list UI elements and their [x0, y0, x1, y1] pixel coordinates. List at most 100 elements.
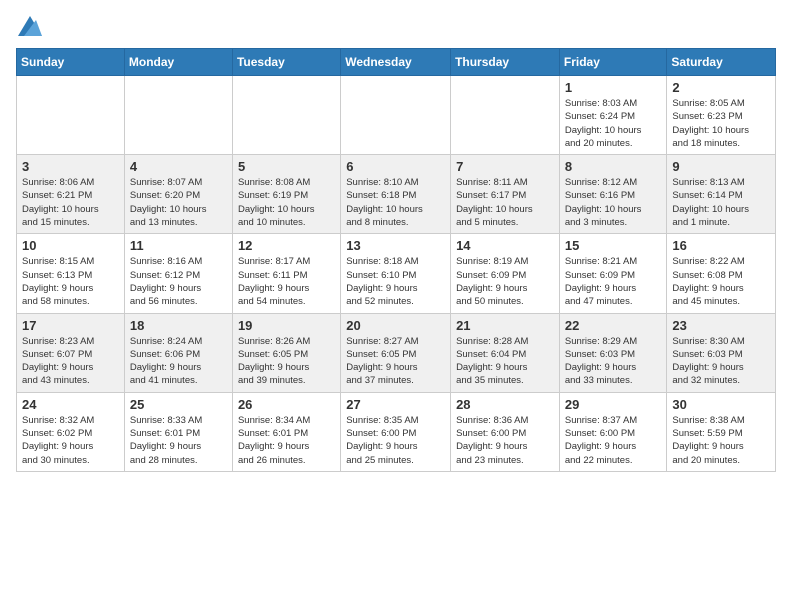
day-info: Sunrise: 8:21 AMSunset: 6:09 PMDaylight:… [565, 255, 662, 308]
calendar-cell: 20 Sunrise: 8:27 AMSunset: 6:05 PMDayligh… [341, 313, 451, 392]
day-info: Sunrise: 8:27 AMSunset: 6:05 PMDaylight:… [346, 335, 445, 388]
calendar-cell: 24Sunrise: 8:32 AMSunset: 6:02 PMDayligh… [17, 392, 125, 471]
calendar-cell: 18 Sunrise: 8:24 AMSunset: 6:06 PMDayligh… [124, 313, 232, 392]
day-number: 30 [672, 397, 770, 412]
day-number: 16 [672, 238, 770, 253]
calendar-cell [232, 76, 340, 155]
day-info: Sunrise: 8:05 AMSunset: 6:23 PMDaylight:… [672, 97, 770, 150]
column-header-sunday: Sunday [17, 49, 125, 76]
page: SundayMondayTuesdayWednesdayThursdayFrid… [0, 0, 792, 482]
day-info: Sunrise: 8:10 AMSunset: 6:18 PMDaylight:… [346, 176, 445, 229]
day-number: 19 [238, 318, 335, 333]
day-number: 21 [456, 318, 554, 333]
day-info: Sunrise: 8:38 AMSunset: 5:59 PMDaylight:… [672, 414, 770, 467]
calendar-cell: 17Sunrise: 8:23 AMSunset: 6:07 PMDayligh… [17, 313, 125, 392]
calendar-cell: 19 Sunrise: 8:26 AMSunset: 6:05 PMDayligh… [232, 313, 340, 392]
column-header-friday: Friday [559, 49, 667, 76]
day-info: Sunrise: 8:35 AMSunset: 6:00 PMDaylight:… [346, 414, 445, 467]
day-info: Sunrise: 8:16 AMSunset: 6:12 PMDaylight:… [130, 255, 227, 308]
day-info: Sunrise: 8:15 AMSunset: 6:13 PMDaylight:… [22, 255, 119, 308]
logo [16, 16, 42, 36]
calendar-header-row: SundayMondayTuesdayWednesdayThursdayFrid… [17, 49, 776, 76]
day-info: Sunrise: 8:36 AMSunset: 6:00 PMDaylight:… [456, 414, 554, 467]
calendar-cell: 26 Sunrise: 8:34 AMSunset: 6:01 PMDayligh… [232, 392, 340, 471]
calendar-cell: 16Sunrise: 8:22 AMSunset: 6:08 PMDayligh… [667, 234, 776, 313]
calendar-cell: 4 Sunrise: 8:07 AMSunset: 6:20 PMDaylight… [124, 155, 232, 234]
calendar-cell [124, 76, 232, 155]
calendar-week-row: 1 Sunrise: 8:03 AMSunset: 6:24 PMDaylight… [17, 76, 776, 155]
day-info: Sunrise: 8:06 AMSunset: 6:21 PMDaylight:… [22, 176, 119, 229]
header [16, 16, 776, 36]
day-number: 9 [672, 159, 770, 174]
calendar-cell: 6 Sunrise: 8:10 AMSunset: 6:18 PMDaylight… [341, 155, 451, 234]
calendar-cell: 10 Sunrise: 8:15 AMSunset: 6:13 PMDayligh… [17, 234, 125, 313]
day-info: Sunrise: 8:18 AMSunset: 6:10 PMDaylight:… [346, 255, 445, 308]
day-info: Sunrise: 8:37 AMSunset: 6:00 PMDaylight:… [565, 414, 662, 467]
day-number: 5 [238, 159, 335, 174]
calendar-cell: 14Sunrise: 8:19 AMSunset: 6:09 PMDayligh… [451, 234, 560, 313]
calendar-cell: 13 Sunrise: 8:18 AMSunset: 6:10 PMDayligh… [341, 234, 451, 313]
calendar-cell: 11 Sunrise: 8:16 AMSunset: 6:12 PMDayligh… [124, 234, 232, 313]
day-number: 8 [565, 159, 662, 174]
day-info: Sunrise: 8:26 AMSunset: 6:05 PMDaylight:… [238, 335, 335, 388]
day-info: Sunrise: 8:13 AMSunset: 6:14 PMDaylight:… [672, 176, 770, 229]
day-number: 20 [346, 318, 445, 333]
day-info: Sunrise: 8:32 AMSunset: 6:02 PMDaylight:… [22, 414, 119, 467]
day-info: Sunrise: 8:24 AMSunset: 6:06 PMDaylight:… [130, 335, 227, 388]
day-info: Sunrise: 8:03 AMSunset: 6:24 PMDaylight:… [565, 97, 662, 150]
calendar-cell: 15Sunrise: 8:21 AMSunset: 6:09 PMDayligh… [559, 234, 667, 313]
calendar-cell: 30 Sunrise: 8:38 AMSunset: 5:59 PMDayligh… [667, 392, 776, 471]
calendar-cell: 28Sunrise: 8:36 AMSunset: 6:00 PMDayligh… [451, 392, 560, 471]
calendar-week-row: 24Sunrise: 8:32 AMSunset: 6:02 PMDayligh… [17, 392, 776, 471]
day-number: 22 [565, 318, 662, 333]
day-number: 1 [565, 80, 662, 95]
day-number: 6 [346, 159, 445, 174]
day-number: 25 [130, 397, 227, 412]
calendar: SundayMondayTuesdayWednesdayThursdayFrid… [16, 48, 776, 472]
calendar-cell: 8 Sunrise: 8:12 AMSunset: 6:16 PMDaylight… [559, 155, 667, 234]
day-number: 29 [565, 397, 662, 412]
calendar-week-row: 10 Sunrise: 8:15 AMSunset: 6:13 PMDayligh… [17, 234, 776, 313]
day-info: Sunrise: 8:30 AMSunset: 6:03 PMDaylight:… [672, 335, 770, 388]
day-number: 18 [130, 318, 227, 333]
day-number: 11 [130, 238, 227, 253]
calendar-cell: 5 Sunrise: 8:08 AMSunset: 6:19 PMDaylight… [232, 155, 340, 234]
day-info: Sunrise: 8:33 AMSunset: 6:01 PMDaylight:… [130, 414, 227, 467]
calendar-cell: 1 Sunrise: 8:03 AMSunset: 6:24 PMDaylight… [559, 76, 667, 155]
calendar-cell: 27 Sunrise: 8:35 AMSunset: 6:00 PMDayligh… [341, 392, 451, 471]
day-info: Sunrise: 8:08 AMSunset: 6:19 PMDaylight:… [238, 176, 335, 229]
calendar-cell: 2Sunrise: 8:05 AMSunset: 6:23 PMDaylight… [667, 76, 776, 155]
calendar-cell: 3Sunrise: 8:06 AMSunset: 6:21 PMDaylight… [17, 155, 125, 234]
day-info: Sunrise: 8:19 AMSunset: 6:09 PMDaylight:… [456, 255, 554, 308]
calendar-cell: 12 Sunrise: 8:17 AMSunset: 6:11 PMDayligh… [232, 234, 340, 313]
day-info: Sunrise: 8:12 AMSunset: 6:16 PMDaylight:… [565, 176, 662, 229]
day-info: Sunrise: 8:07 AMSunset: 6:20 PMDaylight:… [130, 176, 227, 229]
calendar-cell: 9 Sunrise: 8:13 AMSunset: 6:14 PMDaylight… [667, 155, 776, 234]
calendar-cell: 29 Sunrise: 8:37 AMSunset: 6:00 PMDayligh… [559, 392, 667, 471]
day-info: Sunrise: 8:23 AMSunset: 6:07 PMDaylight:… [22, 335, 119, 388]
column-header-tuesday: Tuesday [232, 49, 340, 76]
calendar-cell: 21 Sunrise: 8:28 AMSunset: 6:04 PMDayligh… [451, 313, 560, 392]
day-number: 26 [238, 397, 335, 412]
day-number: 4 [130, 159, 227, 174]
calendar-cell: 23 Sunrise: 8:30 AMSunset: 6:03 PMDayligh… [667, 313, 776, 392]
day-number: 13 [346, 238, 445, 253]
calendar-cell [17, 76, 125, 155]
day-info: Sunrise: 8:17 AMSunset: 6:11 PMDaylight:… [238, 255, 335, 308]
calendar-cell: 25 Sunrise: 8:33 AMSunset: 6:01 PMDayligh… [124, 392, 232, 471]
calendar-cell: 7Sunrise: 8:11 AMSunset: 6:17 PMDaylight… [451, 155, 560, 234]
column-header-thursday: Thursday [451, 49, 560, 76]
calendar-cell [341, 76, 451, 155]
calendar-cell [451, 76, 560, 155]
day-number: 27 [346, 397, 445, 412]
day-number: 12 [238, 238, 335, 253]
day-info: Sunrise: 8:34 AMSunset: 6:01 PMDaylight:… [238, 414, 335, 467]
day-info: Sunrise: 8:28 AMSunset: 6:04 PMDaylight:… [456, 335, 554, 388]
day-number: 10 [22, 238, 119, 253]
column-header-saturday: Saturday [667, 49, 776, 76]
calendar-week-row: 3Sunrise: 8:06 AMSunset: 6:21 PMDaylight… [17, 155, 776, 234]
logo-icon [18, 16, 42, 36]
calendar-cell: 22Sunrise: 8:29 AMSunset: 6:03 PMDayligh… [559, 313, 667, 392]
calendar-week-row: 17Sunrise: 8:23 AMSunset: 6:07 PMDayligh… [17, 313, 776, 392]
day-number: 23 [672, 318, 770, 333]
